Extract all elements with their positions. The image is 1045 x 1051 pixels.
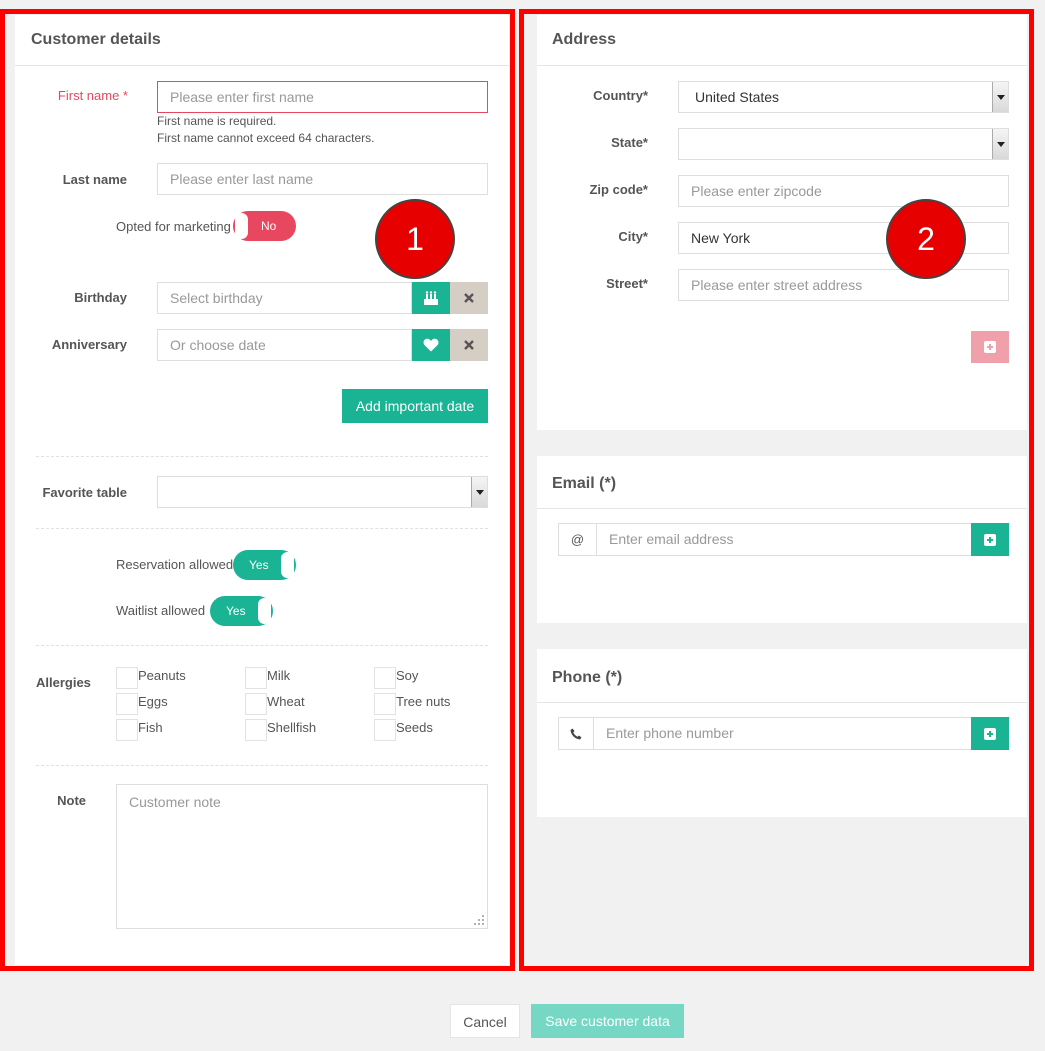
allergy-label-fish: Fish: [138, 720, 163, 735]
email-title: Email (*): [552, 475, 617, 492]
allergy-checkbox-milk[interactable]: [245, 667, 267, 689]
section-divider: [36, 645, 488, 646]
reservation-toggle-state: Yes: [249, 558, 269, 572]
birthday-picker-button[interactable]: [412, 282, 450, 314]
allergy-checkbox-eggs[interactable]: [116, 693, 138, 715]
favorite-table-dropdown-arrow[interactable]: [471, 477, 487, 507]
divider: [537, 65, 1027, 66]
add-email-button[interactable]: [971, 523, 1009, 556]
chevron-down-icon: [996, 94, 1005, 100]
note-textarea[interactable]: Customer note: [116, 784, 488, 929]
allergy-checkbox-shellfish[interactable]: [245, 719, 267, 741]
customer-details-title: Customer details: [31, 31, 161, 48]
chevron-down-icon: [475, 489, 484, 495]
first-name-error-required: First name is required.: [157, 114, 277, 128]
birthday-label: Birthday: [74, 290, 127, 305]
anniversary-clear-button[interactable]: [450, 329, 488, 361]
waitlist-toggle-state: Yes: [226, 604, 246, 618]
allergy-label-milk: Milk: [267, 668, 291, 683]
allergy-checkbox-soy[interactable]: [374, 667, 396, 689]
marketing-toggle[interactable]: No: [233, 211, 296, 241]
address-title: Address: [552, 31, 617, 48]
section-divider: [36, 456, 488, 457]
anniversary-label: Anniversary: [51, 337, 127, 352]
toggle-knob: [235, 213, 248, 239]
favorite-table-select[interactable]: [157, 476, 488, 508]
allergy-label-wheat: Wheat: [267, 694, 305, 709]
country-dropdown-arrow[interactable]: [992, 82, 1008, 112]
city-label: City*: [618, 229, 648, 244]
zip-code-label: Zip code*: [589, 182, 648, 197]
allergy-label-peanuts: Peanuts: [138, 668, 186, 683]
favorite-table-label: Favorite table: [42, 485, 127, 500]
divider: [15, 65, 509, 66]
last-name-label: Last name: [62, 172, 127, 187]
allergy-label-tree-nuts: Tree nuts: [396, 694, 451, 709]
heart-icon: [423, 338, 439, 352]
close-icon: [464, 293, 474, 303]
country-label: Country*: [593, 88, 648, 103]
waitlist-toggle[interactable]: Yes: [210, 596, 273, 626]
close-icon: [464, 340, 474, 350]
annotation-badge-2: 2: [886, 199, 966, 279]
allergy-checkbox-peanuts[interactable]: [116, 667, 138, 689]
marketing-label: Opted for marketing: [116, 219, 231, 234]
allergy-checkbox-fish[interactable]: [116, 719, 138, 741]
section-divider: [36, 765, 488, 766]
state-select[interactable]: [678, 128, 1009, 160]
first-name-input[interactable]: Please enter first name: [157, 81, 488, 113]
phone-input[interactable]: Enter phone number: [593, 717, 972, 750]
allergy-checkbox-wheat[interactable]: [245, 693, 267, 715]
waitlist-label: Waitlist allowed: [116, 603, 206, 618]
note-placeholder: Customer note: [129, 794, 221, 810]
state-dropdown-arrow[interactable]: [992, 129, 1008, 159]
reservation-toggle[interactable]: Yes: [233, 550, 296, 580]
add-phone-button[interactable]: [971, 717, 1009, 750]
allergy-checkbox-tree-nuts[interactable]: [374, 693, 396, 715]
cancel-button[interactable]: Cancel: [450, 1004, 520, 1038]
phone-addon: [558, 717, 594, 750]
street-input[interactable]: Please enter street address: [678, 269, 1009, 301]
phone-title: Phone (*): [552, 669, 623, 686]
plus-square-icon: [984, 341, 996, 353]
allergy-checkbox-seeds[interactable]: [374, 719, 396, 741]
first-name-label: First name *: [57, 88, 128, 103]
divider: [537, 508, 1027, 509]
email-input[interactable]: Enter email address: [596, 523, 972, 556]
birthday-cake-icon: [424, 291, 438, 305]
toggle-knob: [281, 552, 294, 578]
anniversary-picker-button[interactable]: [412, 329, 450, 361]
chevron-down-icon: [996, 141, 1005, 147]
allergy-label-seeds: Seeds: [396, 720, 433, 735]
allergy-label-soy: Soy: [396, 668, 419, 683]
reservation-label: Reservation allowed: [116, 557, 234, 572]
street-label: Street*: [606, 276, 648, 291]
plus-square-icon: [984, 727, 996, 740]
birthday-input[interactable]: Select birthday: [157, 282, 412, 314]
allergy-label-eggs: Eggs: [138, 694, 168, 709]
save-customer-data-button[interactable]: Save customer data: [531, 1004, 684, 1038]
zip-code-input[interactable]: Please enter zipcode: [678, 175, 1009, 207]
divider: [537, 702, 1027, 703]
anniversary-input[interactable]: Or choose date: [157, 329, 412, 361]
country-select[interactable]: United States: [678, 81, 1009, 113]
email-addon: @: [558, 523, 597, 556]
add-important-date-button[interactable]: Add important date: [342, 389, 488, 423]
phone-icon: [570, 728, 582, 739]
note-label: Note: [57, 793, 86, 808]
allergies-label: Allergies: [36, 675, 91, 690]
birthday-clear-button[interactable]: [450, 282, 488, 314]
marketing-toggle-state: No: [261, 219, 277, 233]
allergy-label-shellfish: Shellfish: [267, 720, 317, 735]
toggle-knob: [258, 598, 271, 624]
section-divider: [36, 528, 488, 529]
last-name-input[interactable]: Please enter last name: [157, 163, 488, 195]
add-address-button[interactable]: [971, 331, 1009, 363]
first-name-error-length: First name cannot exceed 64 characters.: [157, 131, 375, 145]
state-label: State*: [611, 135, 648, 150]
annotation-badge-1: 1: [375, 199, 455, 279]
plus-square-icon: [984, 533, 996, 546]
resize-handle-icon[interactable]: [474, 915, 484, 925]
